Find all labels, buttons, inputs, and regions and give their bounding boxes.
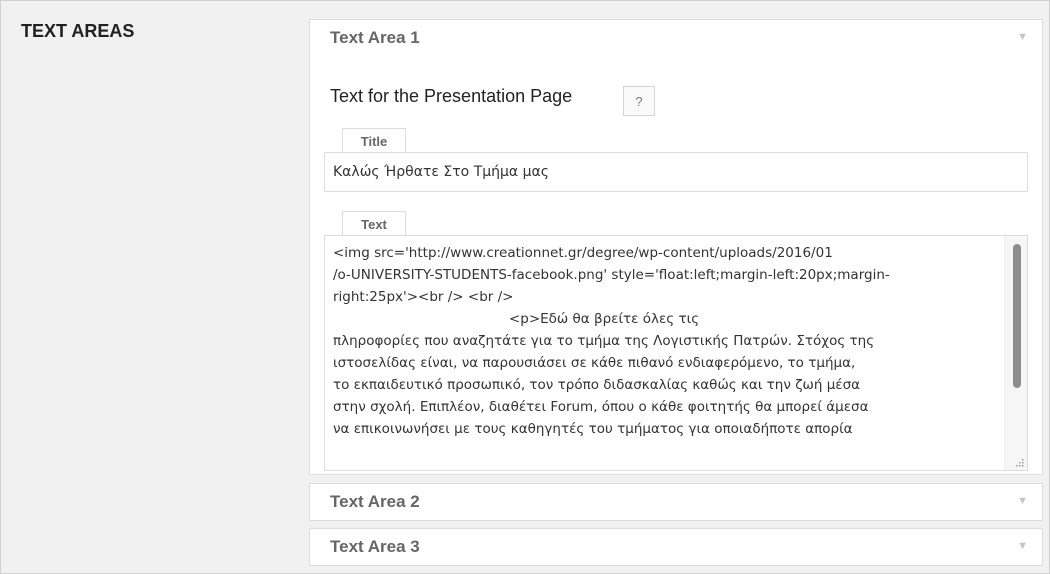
scrollbar-thumb[interactable]: [1013, 244, 1021, 388]
presentation-text-label: Text for the Presentation Page: [330, 86, 573, 106]
resize-grip-icon[interactable]: [1013, 456, 1025, 468]
text-area-1-panel: Text Area 1 ▼ Text for the Presentation …: [309, 19, 1043, 475]
text-area-2-header[interactable]: Text Area 2: [330, 484, 420, 520]
title-input[interactable]: [324, 152, 1028, 192]
scrollbar[interactable]: [1004, 236, 1027, 470]
text-tab: Text: [342, 211, 406, 236]
text-editor[interactable]: <img src='http://www.creationnet.gr/degr…: [325, 236, 1003, 470]
text-area-3-panel[interactable]: Text Area 3 ▼: [309, 528, 1043, 566]
caret-down-icon[interactable]: ▼: [1017, 484, 1028, 520]
caret-down-icon[interactable]: ▼: [1017, 20, 1028, 56]
text-area-3-header[interactable]: Text Area 3: [330, 529, 420, 565]
title-tab: Title: [342, 128, 406, 153]
help-button[interactable]: ?: [623, 86, 655, 116]
text-editor-box[interactable]: <img src='http://www.creationnet.gr/degr…: [324, 235, 1028, 471]
text-area-2-panel[interactable]: Text Area 2 ▼: [309, 483, 1043, 521]
text-area-1-header[interactable]: Text Area 1: [330, 20, 420, 56]
settings-frame: TEXT AREAS Text Area 1 ▼ Text for the Pr…: [0, 0, 1050, 574]
section-title: TEXT AREAS: [21, 21, 135, 41]
caret-down-icon[interactable]: ▼: [1017, 529, 1028, 565]
